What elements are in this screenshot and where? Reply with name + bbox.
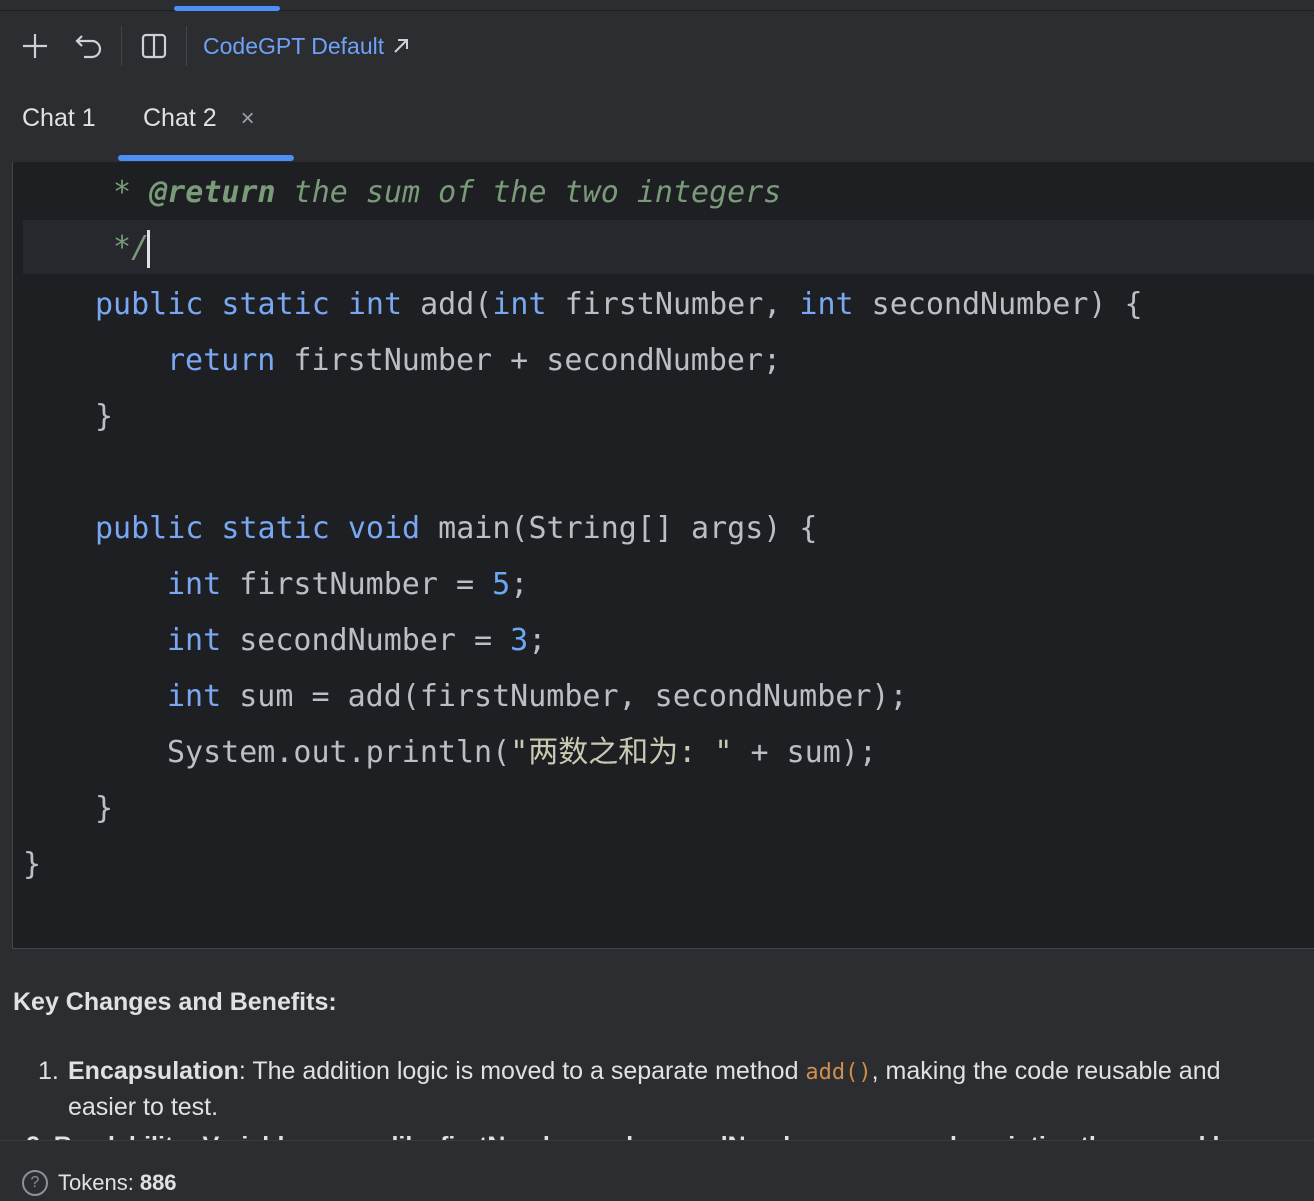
list-item: 1. Encapsulation: The addition logic is … — [38, 1057, 1221, 1121]
close-icon[interactable]: × — [241, 105, 255, 133]
active-tab-indicator — [118, 155, 294, 161]
tab-label: Chat 1 — [22, 104, 96, 132]
new-chat-button[interactable] — [13, 24, 57, 68]
code-block[interactable]: * @return the sum of the two integers */… — [12, 162, 1314, 949]
code-line: public static void main(String[] args) { — [95, 511, 818, 546]
text-caret — [147, 229, 151, 268]
active-tool-indicator — [174, 6, 280, 11]
toolbar-separator — [121, 26, 122, 66]
code-line: System.out.println("两数之和为: " + sum); — [167, 735, 877, 770]
chat-tabs: Chat 1 Chat 2 × — [0, 80, 1314, 162]
code-line: } — [95, 399, 114, 434]
token-counter: ? Tokens: 886 — [22, 1170, 177, 1196]
inline-code: add() — [805, 1060, 872, 1085]
code-line: } — [95, 791, 114, 826]
tab-chat-1[interactable]: Chat 1 — [22, 104, 96, 133]
code-line: * @return the sum of the two integers — [95, 175, 782, 210]
code-line: */ — [95, 220, 151, 276]
code-line: public static int add(int firstNumber, i… — [95, 287, 1143, 322]
arrow-up-right-icon — [394, 39, 409, 53]
current-line-highlight — [23, 220, 1314, 274]
undo-icon — [75, 35, 102, 59]
toolbar-separator — [186, 26, 187, 66]
toggle-layout-button[interactable] — [132, 24, 176, 68]
toolbar: CodeGPT Default — [0, 12, 1314, 80]
undo-button[interactable] — [67, 24, 111, 68]
tab-chat-2[interactable]: Chat 2 × — [143, 104, 255, 133]
code-line: } — [23, 847, 42, 882]
code-line: int sum = add(firstNumber, secondNumber)… — [167, 679, 908, 714]
tokens-label: Tokens: — [58, 1170, 134, 1195]
help-icon[interactable]: ? — [22, 1170, 48, 1196]
split-panel-icon — [141, 33, 167, 59]
status-bar — [0, 1140, 1314, 1201]
answer-heading: Key Changes and Benefits: — [13, 988, 337, 1016]
model-label: CodeGPT Default — [203, 32, 385, 59]
code-line: int firstNumber = 5; — [167, 567, 529, 602]
code-line: return firstNumber + secondNumber; — [167, 343, 782, 378]
tab-label: Chat 2 — [143, 104, 217, 132]
tokens-value: 886 — [139, 1170, 177, 1195]
model-selector-link[interactable]: CodeGPT Default — [203, 33, 410, 60]
plus-icon — [23, 34, 47, 58]
code-line: int secondNumber = 3; — [167, 623, 547, 658]
